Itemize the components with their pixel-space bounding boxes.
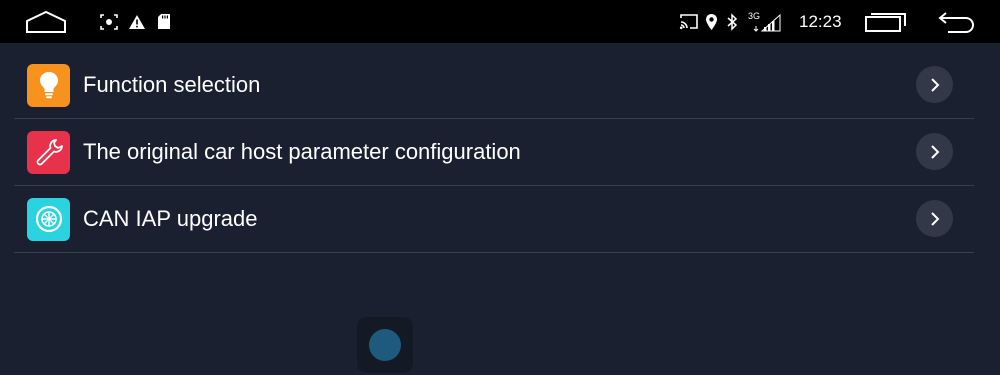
list-item-can-iap-upgrade[interactable]: CAN IAP upgrade (14, 186, 974, 253)
function-selection-tile (27, 63, 70, 107)
settings-list: Function selection The original car host… (14, 52, 974, 253)
cast-icon (679, 14, 698, 30)
screenshot-icon (100, 13, 118, 30)
assistive-dot-icon (369, 329, 401, 361)
warning-indicator (128, 0, 148, 43)
list-item-label: The original car host parameter configur… (83, 139, 521, 164)
list-item-label: CAN IAP upgrade (83, 206, 258, 231)
location-icon (706, 13, 717, 30)
home-button[interactable] (24, 0, 70, 43)
bluetooth-icon (727, 12, 738, 31)
chevron-button[interactable] (916, 200, 953, 237)
location-indicator (705, 0, 721, 43)
chevron-right-icon (930, 144, 939, 159)
lightbulb-icon (39, 72, 58, 99)
car-host-config-tile (27, 130, 70, 174)
warning-icon (129, 14, 145, 29)
status-bar: 3G 12:23 (0, 0, 1000, 43)
signal-icon (753, 13, 781, 32)
list-item-label: Function selection (83, 72, 261, 97)
back-icon (938, 11, 974, 33)
sd-card-icon (158, 14, 170, 29)
list-item-function-selection[interactable]: Function selection (14, 52, 974, 119)
back-button[interactable] (938, 0, 976, 43)
wheel-icon (35, 205, 62, 233)
chevron-button[interactable] (916, 66, 953, 103)
recent-apps-icon (865, 12, 906, 32)
settings-panel: Function selection The original car host… (0, 43, 1000, 375)
list-item-car-host-parameter-config[interactable]: The original car host parameter configur… (14, 119, 974, 186)
recent-apps-button[interactable] (865, 0, 907, 43)
floating-assistive-button[interactable] (357, 317, 413, 373)
home-icon (26, 10, 66, 33)
screenshot-indicator (99, 0, 121, 43)
wrench-icon (36, 139, 63, 166)
chevron-right-icon (930, 211, 939, 226)
sd-card-indicator (157, 0, 175, 43)
chevron-right-icon (930, 77, 939, 92)
bluetooth-indicator (726, 0, 740, 43)
can-iap-upgrade-tile (27, 197, 70, 241)
clock: 12:23 (799, 11, 842, 31)
chevron-button[interactable] (916, 133, 953, 170)
signal-indicator: 3G (746, 0, 782, 43)
cast-indicator (679, 0, 701, 43)
